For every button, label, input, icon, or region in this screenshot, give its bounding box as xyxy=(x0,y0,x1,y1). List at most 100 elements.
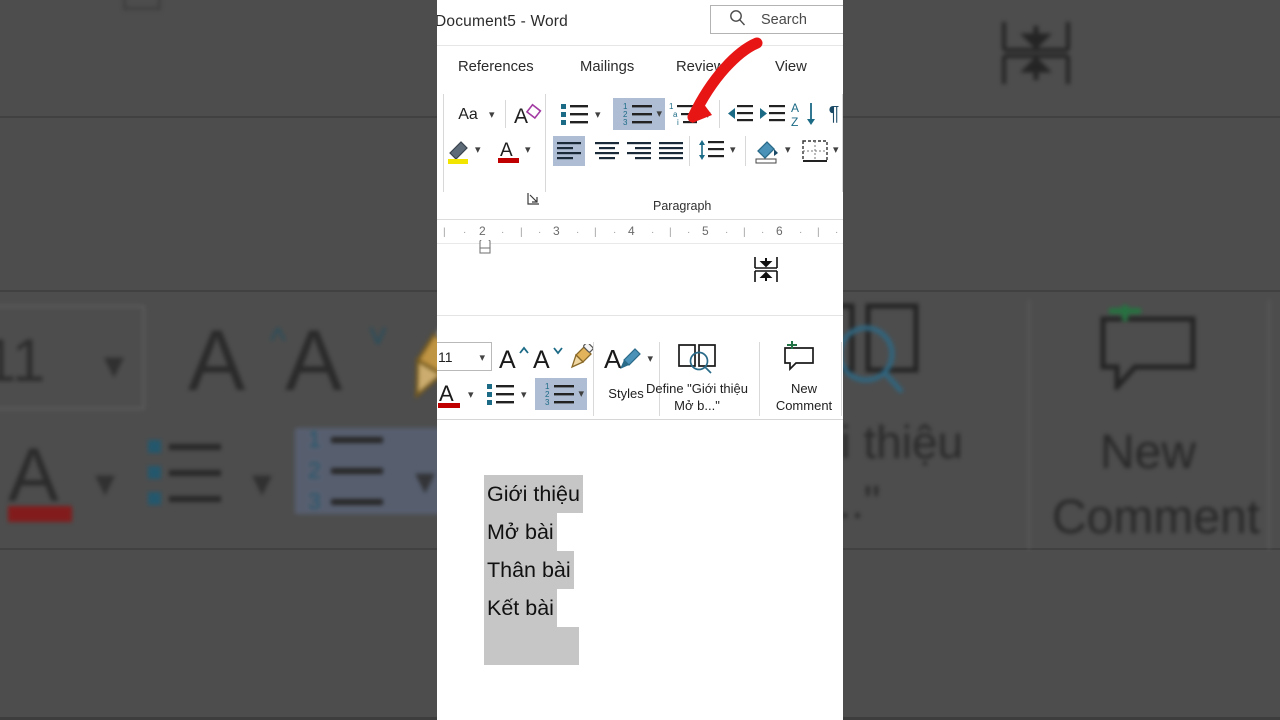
ghost-comment-label: Comment xyxy=(1052,491,1261,544)
document-line: Thân bài xyxy=(484,551,583,589)
font-color-button[interactable]: A xyxy=(495,136,523,166)
define-button[interactable] xyxy=(677,342,717,374)
tab-view[interactable]: View xyxy=(775,59,807,75)
svg-text:A: A xyxy=(500,140,513,161)
selection-tail xyxy=(484,627,579,665)
format-painter-button[interactable] xyxy=(565,343,595,371)
clear-formatting-button[interactable]: A xyxy=(513,100,543,130)
font-dialog-launcher[interactable] xyxy=(527,192,541,209)
ghost-new-comment-icon xyxy=(1095,301,1200,394)
ghost-shrink-font-icon: A xyxy=(285,313,343,409)
chevron-down-icon-font-color[interactable]: ▾ xyxy=(525,143,531,156)
align-right-icon xyxy=(627,142,651,160)
numbered-list-icon: 1 2 3 xyxy=(623,102,652,127)
ruler-number-2: 2 xyxy=(479,224,486,238)
svg-text:3: 3 xyxy=(623,118,628,127)
change-case-button[interactable]: Aa xyxy=(449,102,487,128)
numbered-list-button[interactable]: 1 2 3 ▾ xyxy=(613,98,665,130)
bullet-list-icon xyxy=(487,384,514,405)
new-comment-icon xyxy=(784,341,814,371)
new-comment-label-line2: Comment xyxy=(775,398,833,413)
ghost-hide-whitespace-icon xyxy=(1000,20,1072,86)
svg-text:A: A xyxy=(499,346,516,371)
ghost-caret-up-icon: ^ xyxy=(270,322,286,360)
search-input[interactable]: Search xyxy=(710,5,843,34)
sort-button[interactable]: A Z xyxy=(790,98,822,130)
bullet-list-button[interactable] xyxy=(559,100,591,128)
chevron-down-icon-change-case[interactable]: ▾ xyxy=(489,108,495,121)
line-spacing-icon xyxy=(699,140,724,160)
svg-text:A: A xyxy=(533,346,550,371)
mini-bullet-list-button[interactable] xyxy=(485,380,517,408)
define-label-line1: Define "Giới thiệu xyxy=(645,381,749,396)
document-line-4: Kết bài xyxy=(484,589,557,627)
mini-font-color-button[interactable]: A xyxy=(437,380,464,410)
ghost-divider-2 xyxy=(1268,300,1270,550)
ghost-new-label: New xyxy=(1100,426,1197,479)
align-right-button[interactable] xyxy=(623,136,655,166)
chevron-down-icon-shading[interactable]: ▾ xyxy=(785,143,791,156)
horizontal-ruler[interactable]: | · 2 · | · 3 · | · 4 · | · 5 · | · 6 · … xyxy=(437,220,843,244)
left-indent-marker[interactable] xyxy=(477,235,493,254)
chevron-down-icon-styles[interactable]: ▾ xyxy=(647,352,653,365)
document-text[interactable]: Giới thiệu Mở bài Thân bài Kết bài xyxy=(484,475,583,627)
shrink-font-icon: A xyxy=(533,346,563,371)
define-label: Define "Giới thiệu Mở b..." xyxy=(622,380,772,414)
shading-button[interactable] xyxy=(751,136,783,166)
grow-font-button[interactable]: A xyxy=(499,342,529,372)
font-group-inner-divider xyxy=(505,100,506,128)
decrease-indent-button[interactable] xyxy=(725,100,755,128)
document-title: Document5 - Word xyxy=(437,13,568,30)
multilevel-list-icon: 1 a i xyxy=(669,102,697,127)
svg-text:A: A xyxy=(791,101,799,115)
tab-review[interactable]: Review xyxy=(676,59,725,75)
styles-button[interactable]: A ▾ xyxy=(603,342,653,374)
font-size-input[interactable]: 11 ▾ xyxy=(437,342,492,371)
numbered-list-icon: 1 2 3 xyxy=(545,382,574,407)
tab-mailings[interactable]: Mailings xyxy=(580,59,634,75)
ghost-font-size-value: 11 xyxy=(0,327,46,394)
document-line-3: Thân bài xyxy=(484,551,574,589)
ghost-chevron-down-icon-4: ▾ xyxy=(415,459,436,503)
chevron-down-icon-mini-bullets[interactable]: ▾ xyxy=(521,388,527,401)
ghost-button-outline xyxy=(123,0,161,10)
ghost-chevron-down-icon: ▾ xyxy=(103,343,124,387)
justify-button[interactable] xyxy=(655,136,687,166)
svg-text:Z: Z xyxy=(791,115,798,129)
chevron-down-icon-numbering[interactable]: ▾ xyxy=(656,107,662,120)
paragraph-inner-divider-2 xyxy=(689,136,690,166)
show-paragraph-marks-button[interactable]: ¶ xyxy=(825,100,843,128)
chevron-down-icon-multilevel[interactable]: ▾ xyxy=(705,108,711,121)
ribbon-group-divider-mid xyxy=(545,94,546,192)
tab-references[interactable]: References xyxy=(458,59,534,75)
chevron-down-icon-bullets[interactable]: ▾ xyxy=(595,108,601,121)
align-left-button[interactable] xyxy=(553,136,585,166)
hide-whitespace-button[interactable] xyxy=(753,256,779,284)
ribbon-tab-bar: References Mailings Review View xyxy=(437,46,843,88)
chevron-down-icon-line-spacing[interactable]: ▾ xyxy=(730,143,736,156)
line-spacing-button[interactable] xyxy=(695,136,727,166)
chevron-down-icon-mini-font-color[interactable]: ▾ xyxy=(468,388,474,401)
shrink-font-button[interactable]: A xyxy=(533,342,563,372)
svg-text:A: A xyxy=(604,344,622,373)
search-placeholder: Search xyxy=(761,11,807,28)
new-comment-label-line1: New xyxy=(790,381,817,396)
new-comment-button[interactable] xyxy=(781,341,817,371)
chevron-down-icon-highlight[interactable]: ▾ xyxy=(475,143,481,156)
text-highlight-color-icon xyxy=(448,141,468,164)
chevron-down-icon-borders[interactable]: ▾ xyxy=(833,143,839,156)
document-line: Mở bài xyxy=(484,513,583,551)
multilevel-list-button[interactable]: 1 a i xyxy=(669,100,701,128)
mini-numbered-list-button[interactable]: 1 2 3 ▾ xyxy=(535,378,587,410)
ruler-number-6: 6 xyxy=(776,224,783,238)
borders-button[interactable] xyxy=(799,136,831,166)
chevron-down-icon-mini-numbering[interactable]: ▾ xyxy=(578,387,584,400)
page-gap-area xyxy=(437,235,843,316)
align-center-button[interactable] xyxy=(591,136,623,166)
hide-whitespace-icon xyxy=(754,257,778,282)
increase-indent-button[interactable] xyxy=(757,100,787,128)
chevron-down-icon-font-size[interactable]: ▾ xyxy=(479,351,485,364)
document-canvas[interactable]: Giới thiệu Mở bài Thân bài Kết bài xyxy=(437,421,843,720)
paragraph-inner-divider-1 xyxy=(719,100,720,128)
text-highlight-color-button[interactable] xyxy=(445,136,473,166)
